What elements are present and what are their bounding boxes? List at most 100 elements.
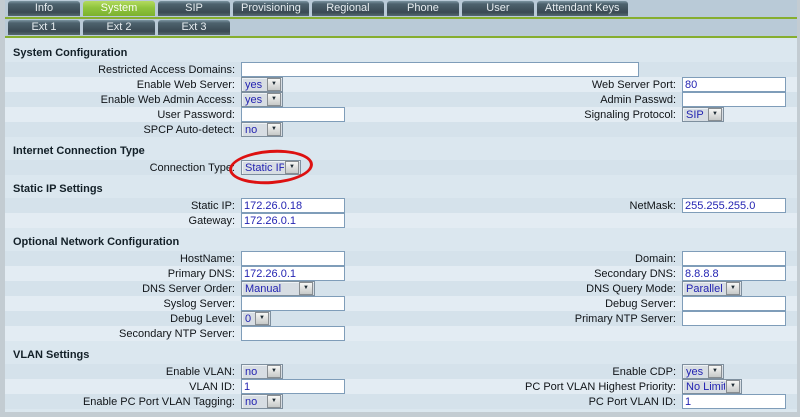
field-cell: no▼	[235, 122, 441, 137]
admin-passwd-label: Admin Passwd:	[441, 94, 676, 106]
primary-dns-input[interactable]	[241, 266, 345, 281]
field-cell	[235, 266, 441, 281]
signaling-protocol-select[interactable]: SIP▼	[682, 107, 724, 122]
debug-level-selected-value: 0	[242, 313, 254, 325]
section-title: VLAN Settings	[5, 348, 797, 362]
field-row: Enable VLAN:no▼Enable CDP:yes▼	[5, 364, 797, 379]
field-cell	[676, 251, 797, 266]
field-row: Syslog Server:Debug Server:	[5, 296, 797, 311]
user-password-input[interactable]	[241, 107, 345, 122]
restricted-access-domains-label: Restricted Access Domains:	[5, 64, 235, 76]
dns-server-order-select[interactable]: Manual▼	[241, 281, 315, 296]
dropdown-arrow-icon[interactable]: ▼	[255, 312, 269, 325]
field-cell: no▼	[235, 394, 441, 409]
dropdown-arrow-icon[interactable]: ▼	[267, 123, 281, 136]
spcp-auto-detect-selected-value: no	[242, 124, 266, 136]
tab-ext-2[interactable]: Ext 2	[83, 20, 155, 35]
primary-dns-label: Primary DNS:	[5, 268, 235, 280]
pc-port-vlan-id-input[interactable]	[682, 394, 786, 409]
dropdown-arrow-icon[interactable]: ▼	[726, 380, 740, 393]
section-title: Static IP Settings	[5, 182, 797, 196]
domain-input[interactable]	[682, 251, 786, 266]
netmask-input[interactable]	[682, 198, 786, 213]
enable-pc-port-vlan-tagging-select[interactable]: no▼	[241, 394, 283, 409]
enable-vlan-select[interactable]: no▼	[241, 364, 283, 379]
tab-system[interactable]: System	[83, 1, 155, 16]
signaling-protocol-selected-value: SIP	[683, 109, 707, 121]
dropdown-arrow-icon[interactable]: ▼	[267, 365, 281, 378]
pc-port-vlan-id-label: PC Port VLAN ID:	[441, 396, 676, 408]
hostname-input[interactable]	[241, 251, 345, 266]
connection-type-select[interactable]: Static IP▼	[241, 160, 301, 175]
enable-pc-port-vlan-tagging-selected-value: no	[242, 396, 266, 408]
secondary-ntp-server-label: Secondary NTP Server:	[5, 328, 235, 340]
spcp-auto-detect-select[interactable]: no▼	[241, 122, 283, 137]
dropdown-arrow-icon[interactable]: ▼	[267, 78, 281, 91]
section-internet-connection-type: Internet Connection TypeConnection Type:…	[5, 144, 797, 175]
tab-ext-1[interactable]: Ext 1	[8, 20, 80, 35]
dropdown-arrow-icon[interactable]: ▼	[299, 282, 313, 295]
dropdown-arrow-icon[interactable]: ▼	[708, 108, 722, 121]
syslog-server-input[interactable]	[241, 296, 345, 311]
primary-ntp-server-input[interactable]	[682, 311, 786, 326]
field-cell	[235, 198, 441, 213]
field-cell	[235, 296, 441, 311]
field-cell	[676, 198, 797, 213]
section-optional-network-configuration: Optional Network ConfigurationHostName:D…	[5, 235, 797, 341]
secondary-dns-input[interactable]	[682, 266, 786, 281]
dns-server-order-label: DNS Server Order:	[5, 283, 235, 295]
netmask-label: NetMask:	[441, 200, 676, 212]
gateway-input[interactable]	[241, 213, 345, 228]
user-password-label: User Password:	[5, 109, 235, 121]
field-row: Enable Web Server:yes▼Web Server Port:	[5, 77, 797, 92]
dropdown-arrow-icon[interactable]: ▼	[285, 161, 299, 174]
dropdown-arrow-icon[interactable]: ▼	[267, 395, 281, 408]
restricted-access-domains-input[interactable]	[241, 62, 639, 77]
enable-web-admin-access-select[interactable]: yes▼	[241, 92, 283, 107]
dropdown-arrow-icon[interactable]: ▼	[708, 365, 722, 378]
tab-phone[interactable]: Phone	[387, 1, 459, 16]
signaling-protocol-label: Signaling Protocol:	[441, 109, 676, 121]
domain-label: Domain:	[441, 253, 676, 265]
tab-info[interactable]: Info	[8, 1, 80, 16]
enable-vlan-selected-value: no	[242, 366, 266, 378]
tab-ext-3[interactable]: Ext 3	[158, 20, 230, 35]
tab-regional[interactable]: Regional	[312, 1, 384, 16]
debug-server-label: Debug Server:	[441, 298, 676, 310]
enable-vlan-label: Enable VLAN:	[5, 366, 235, 378]
pc-port-vlan-highest-priority-selected-value: No Limit	[683, 381, 725, 393]
primary-ntp-server-label: Primary NTP Server:	[441, 313, 676, 325]
tab-user[interactable]: User	[462, 1, 534, 16]
web-server-port-label: Web Server Port:	[441, 79, 676, 91]
field-row: Secondary NTP Server:	[5, 326, 797, 341]
enable-web-server-select[interactable]: yes▼	[241, 77, 283, 92]
dropdown-arrow-icon[interactable]: ▼	[726, 282, 740, 295]
pc-port-vlan-highest-priority-select[interactable]: No Limit▼	[682, 379, 742, 394]
debug-server-input[interactable]	[682, 296, 786, 311]
config-page: InfoSystemSIPProvisioningRegionalPhoneUs…	[5, 0, 797, 412]
tab-sip[interactable]: SIP	[158, 1, 230, 16]
static-ip-input[interactable]	[241, 198, 345, 213]
dns-query-mode-select[interactable]: Parallel▼	[682, 281, 742, 296]
field-cell	[676, 311, 797, 326]
tab-provisioning[interactable]: Provisioning	[233, 1, 309, 16]
debug-level-select[interactable]: 0▼	[241, 311, 271, 326]
field-cell	[676, 266, 797, 281]
secondary-ntp-server-input[interactable]	[241, 326, 345, 341]
secondary-dns-label: Secondary DNS:	[441, 268, 676, 280]
field-cell	[235, 379, 441, 394]
enable-cdp-select[interactable]: yes▼	[682, 364, 724, 379]
admin-passwd-input[interactable]	[682, 92, 786, 107]
field-row: Enable PC Port VLAN Tagging: no▼ PC Port V…	[5, 394, 797, 409]
enable-pc-port-vlan-tagging-label: Enable PC Port VLAN Tagging:	[5, 396, 235, 408]
enable-cdp-label: Enable CDP:	[441, 366, 676, 378]
field-cell: Parallel▼	[676, 281, 797, 296]
dns-server-order-selected-value: Manual	[242, 283, 298, 295]
connection-type-label: Connection Type:	[5, 162, 235, 174]
vlan-id-input[interactable]	[241, 379, 345, 394]
dropdown-arrow-icon[interactable]: ▼	[267, 93, 281, 106]
field-cell	[676, 296, 797, 311]
web-server-port-input[interactable]	[682, 77, 786, 92]
tab-attendant-keys[interactable]: Attendant Keys	[537, 1, 628, 16]
enable-web-admin-access-label: Enable Web Admin Access:	[5, 94, 235, 106]
